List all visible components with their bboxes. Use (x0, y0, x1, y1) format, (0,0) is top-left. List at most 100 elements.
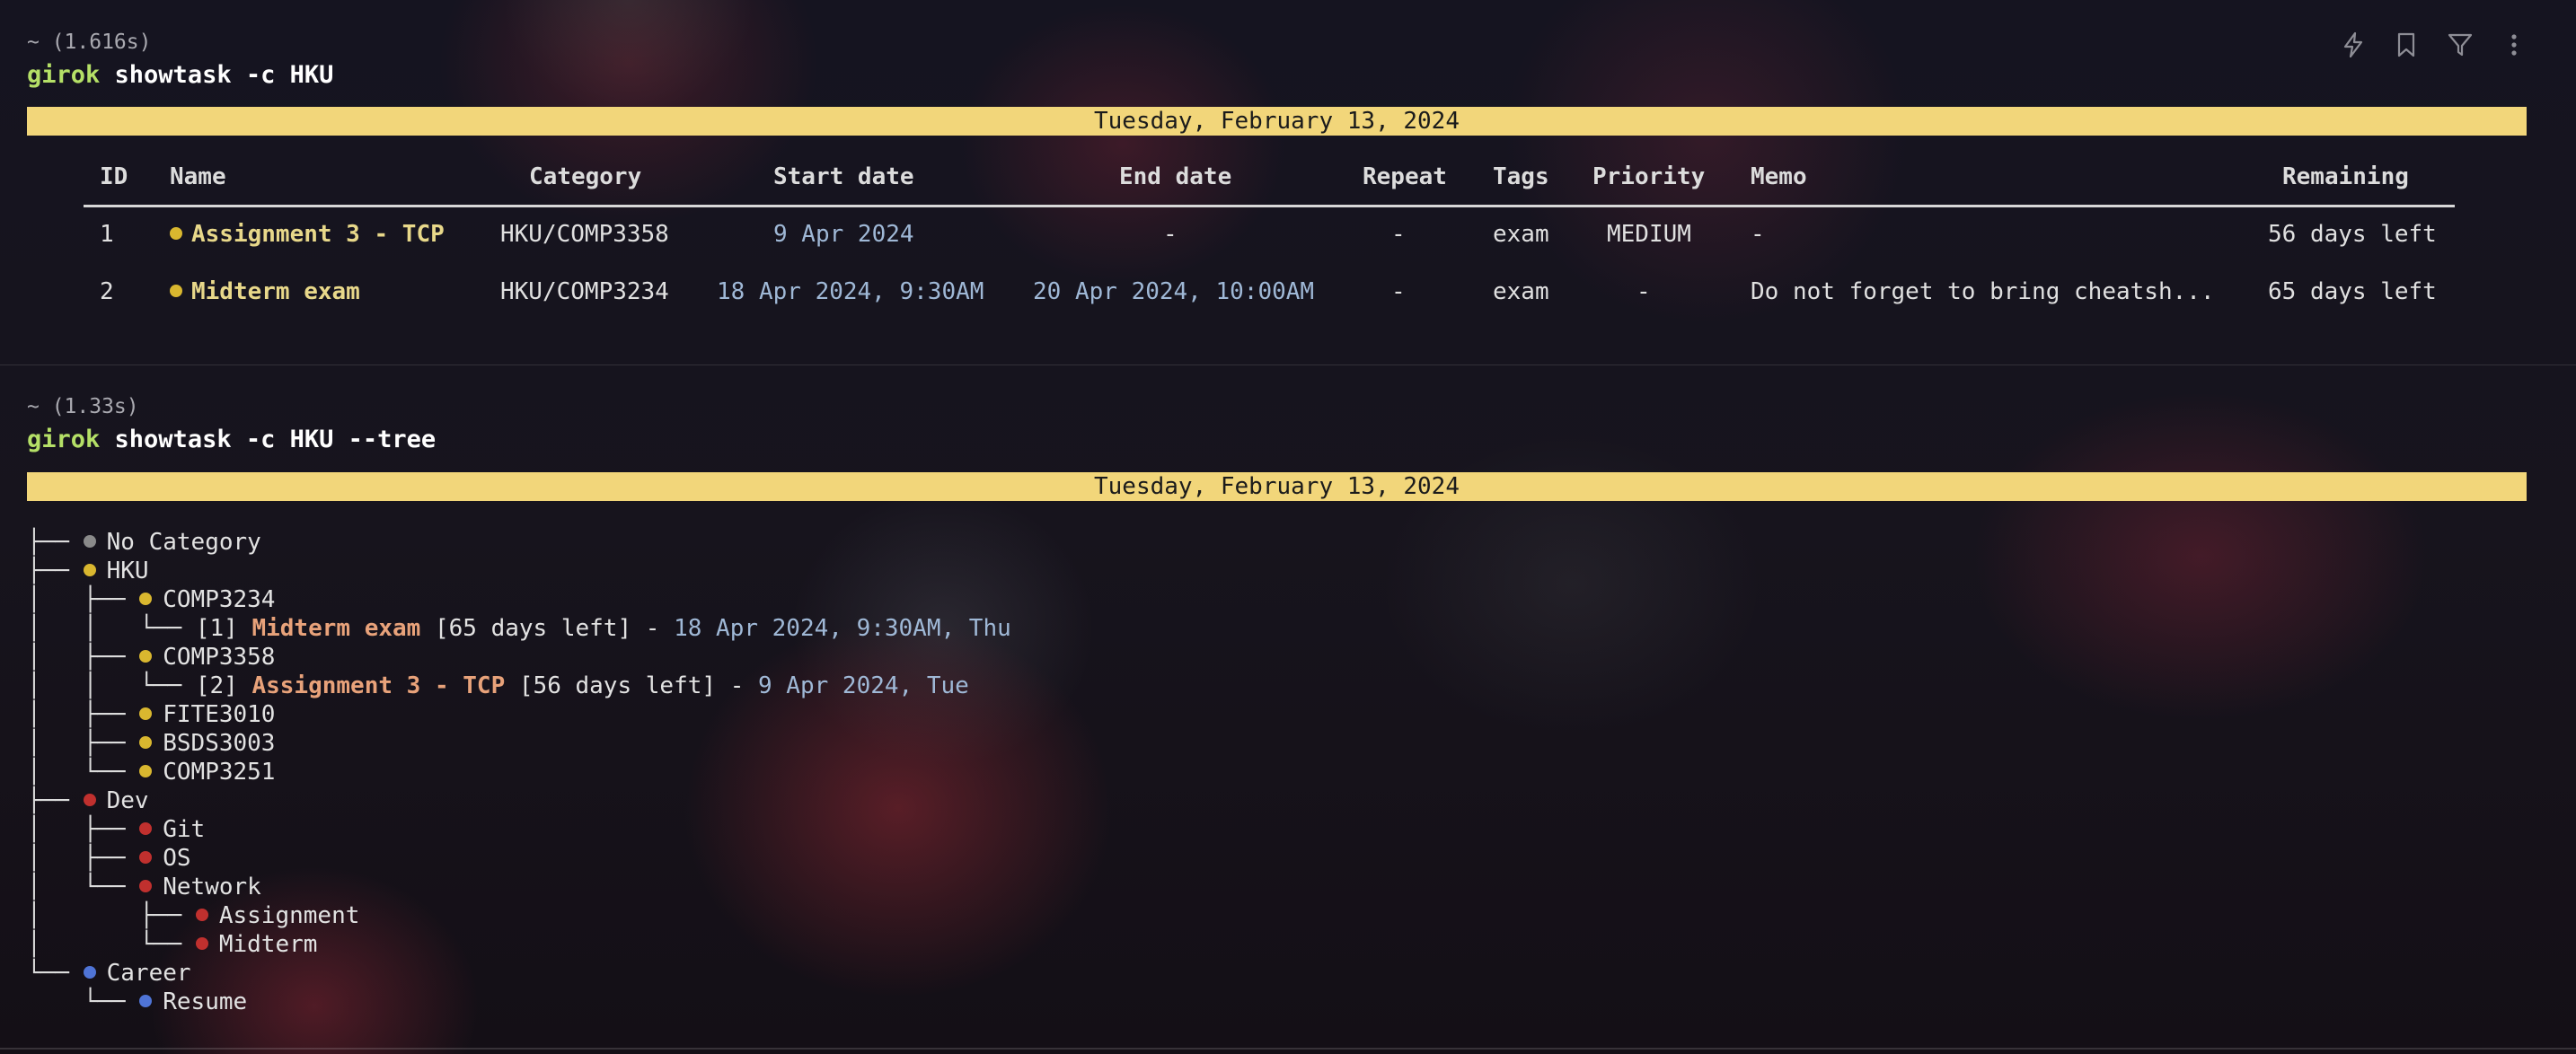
cell-id: 2 (100, 278, 114, 305)
tree-branch: │ └── (27, 931, 196, 958)
column-header-end-date: End date (1119, 163, 1232, 190)
task-index: [1] (195, 615, 252, 642)
category-label: BSDS3003 (163, 730, 276, 757)
cell-category: HKU/COMP3234 (500, 278, 669, 305)
status-dot-icon (170, 226, 182, 240)
cell-remaining: 56 days left (2268, 221, 2437, 248)
cell-end-date: - (1163, 221, 1178, 248)
category-dot-icon (139, 764, 153, 777)
cell-repeat: - (1391, 221, 1406, 248)
tree-category-item[interactable]: └── Resume (27, 988, 248, 1016)
cell-id: 1 (100, 221, 114, 248)
tree-branch: │ │ └── (27, 615, 196, 642)
category-label: FITE3010 (163, 701, 276, 728)
tree-task-item[interactable]: │ │ └── [2] Assignment 3 - TCP [56 days … (27, 672, 969, 700)
lightning-icon[interactable] (2337, 29, 2369, 61)
tree-category-item[interactable]: │ └── Midterm (27, 930, 317, 959)
category-dot-icon (83, 965, 96, 979)
cell-tags: exam (1493, 278, 1549, 305)
filter-icon[interactable] (2444, 29, 2476, 61)
tree-branch: │ ├── (27, 816, 140, 843)
task-date: 18 Apr 2024, 9:30AM, Thu (674, 615, 1011, 642)
tree-branch: │ ├── (27, 845, 140, 872)
tree-branch: │ ├── (27, 902, 196, 929)
cell-memo: - (1751, 221, 1765, 248)
task-name: Assignment 3 - TCP (251, 672, 506, 699)
category-dot-icon (139, 994, 153, 1007)
category-dot-icon (139, 649, 153, 663)
tree-category-item[interactable]: │ ├── COMP3358 (27, 643, 275, 672)
task-name: Midterm exam (251, 615, 421, 642)
column-header-remaining: Remaining (2282, 163, 2409, 190)
tree-branch: └── (27, 988, 140, 1015)
cell-start-date: 18 Apr 2024, 9:30AM (717, 278, 984, 305)
tree-category-item[interactable]: │ └── Network (27, 873, 261, 901)
command-line[interactable]: girok showtask -c HKU (27, 61, 333, 89)
tree-category-item[interactable]: └── Career (27, 959, 191, 988)
tree-category-item[interactable]: │ ├── FITE3010 (27, 700, 275, 729)
category-label: COMP3251 (163, 759, 276, 786)
tree-branch: │ ├── (27, 730, 140, 757)
tree-category-item[interactable]: │ └── COMP3251 (27, 758, 275, 786)
tree-branch: │ └── (27, 874, 140, 900)
cell-name: Midterm exam (170, 278, 360, 305)
category-dot-icon (139, 879, 153, 892)
column-header-tags: Tags (1493, 163, 1549, 190)
command-line[interactable]: girok showtask -c HKU --tree (27, 426, 436, 453)
cell-start-date: 9 Apr 2024 (773, 221, 914, 248)
tree-branch: └── (27, 960, 84, 987)
tree-task-item[interactable]: │ │ └── [1] Midterm exam [65 days left] … (27, 614, 1011, 643)
category-label: COMP3358 (163, 644, 276, 671)
command-program: girok (27, 426, 101, 453)
category-label: OS (163, 845, 191, 872)
category-dot-icon (195, 936, 208, 950)
task-remaining: [56 days left] - (505, 672, 758, 699)
bottom-divider (0, 1048, 2576, 1050)
category-dot-icon (139, 735, 153, 749)
category-label: Dev (106, 787, 149, 814)
tree-category-item[interactable]: ├── No Category (27, 528, 261, 557)
cell-priority: MEDIUM (1607, 221, 1691, 248)
tree-category-item[interactable]: │ ├── BSDS3003 (27, 729, 275, 758)
command-timing: ~ (1.616s) (27, 31, 152, 54)
category-label: No Category (106, 529, 261, 556)
category-dot-icon (139, 592, 153, 605)
category-dot-icon (83, 793, 96, 806)
category-label: Career (106, 960, 191, 987)
tree-category-item[interactable]: ├── Dev (27, 786, 149, 815)
category-dot-icon (195, 908, 208, 921)
task-remaining: [65 days left] - (420, 615, 675, 642)
column-header-start-date: Start date (773, 163, 914, 190)
cell-priority: - (1636, 278, 1651, 305)
tree-category-item[interactable]: │ ├── Git (27, 815, 205, 844)
tree-branch: │ ├── (27, 644, 140, 671)
column-header-id: ID (100, 163, 128, 190)
command-program: girok (27, 61, 101, 89)
command-args: showtask -c HKU (100, 61, 334, 89)
tree-branch: │ ├── (27, 586, 140, 613)
status-dot-icon (170, 284, 182, 297)
category-dot-icon (83, 563, 96, 576)
bookmark-icon[interactable] (2390, 29, 2422, 61)
category-label: Assignment (218, 902, 360, 929)
command-args: showtask -c HKU --tree (100, 426, 437, 453)
tree-category-item[interactable]: │ ├── OS (27, 844, 191, 873)
cell-repeat: - (1391, 278, 1406, 305)
task-date: 9 Apr 2024, Tue (758, 672, 969, 699)
cell-end-date: 20 Apr 2024, 10:00AM (1033, 278, 1315, 305)
category-label: Resume (163, 988, 248, 1015)
tree-branch: ├── (27, 558, 84, 584)
category-dot-icon (139, 821, 153, 835)
column-header-memo: Memo (1751, 163, 1807, 190)
table-header-divider (84, 205, 2455, 207)
category-label: Git (163, 816, 206, 843)
cell-category: HKU/COMP3358 (500, 221, 669, 248)
more-vertical-icon[interactable] (2498, 29, 2530, 61)
tree-branch: ├── (27, 529, 84, 556)
column-header-category: Category (529, 163, 642, 190)
tree-category-item[interactable]: │ ├── COMP3234 (27, 585, 275, 614)
tree-category-item[interactable]: ├── HKU (27, 557, 149, 585)
tree-branch: ├── (27, 787, 84, 814)
tree-category-item[interactable]: │ ├── Assignment (27, 901, 359, 930)
category-label: Midterm (218, 931, 318, 958)
